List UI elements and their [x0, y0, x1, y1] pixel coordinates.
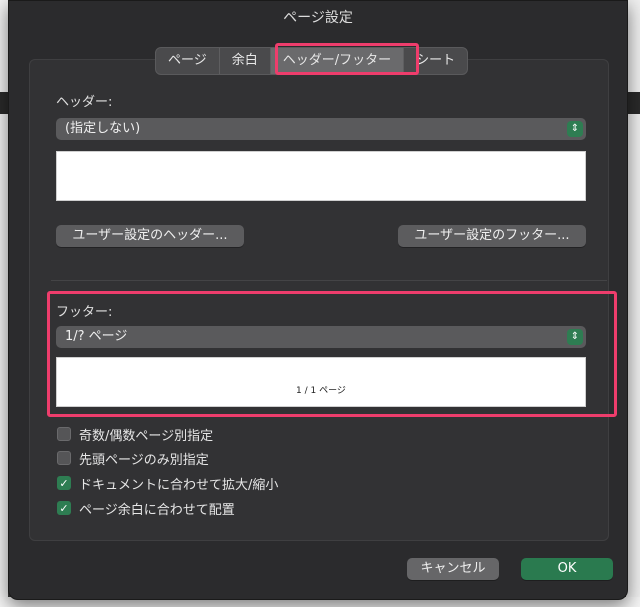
checkbox[interactable] [57, 451, 71, 465]
option-first-page[interactable]: 先頭ページのみ別指定 [57, 449, 209, 468]
dialog-title: ページ設定 [283, 10, 353, 26]
option-odd-even[interactable]: 奇数/偶数ページ別指定 [57, 425, 214, 444]
custom-footer-button[interactable]: ユーザー設定のフッター... [398, 225, 586, 247]
header-select[interactable]: (指定しない) ⇕ [56, 118, 586, 140]
option-label: ページ余白に合わせて配置 [79, 502, 235, 518]
section-divider [51, 280, 607, 281]
option-label: ドキュメントに合わせて拡大/縮小 [79, 477, 279, 493]
checkbox[interactable] [57, 427, 71, 441]
page-setup-dialog: ページ設定 ページ 余白 ヘッダー/フッター シート ヘッダー: (指定しない)… [8, 0, 628, 600]
tab-margins[interactable]: 余白 [220, 48, 271, 74]
header-preview [56, 151, 586, 201]
tab-page[interactable]: ページ [156, 48, 220, 74]
option-label: 奇数/偶数ページ別指定 [79, 428, 214, 444]
option-scale-with-document[interactable]: ✓ ドキュメントに合わせて拡大/縮小 [57, 474, 279, 493]
checkmark-icon[interactable]: ✓ [57, 476, 71, 490]
tab-highlight-annotation [275, 43, 419, 75]
background-app-left [0, 0, 8, 607]
custom-header-button[interactable]: ユーザー設定のヘッダー... [56, 225, 244, 247]
footer-highlight-annotation [47, 291, 617, 417]
option-label: 先頭ページのみ別指定 [79, 452, 209, 468]
header-select-value: (指定しない) [65, 121, 141, 136]
background-toolbar-strip [0, 92, 8, 114]
background-app-right [626, 0, 640, 607]
up-down-chevron-icon: ⇕ [567, 121, 583, 137]
option-align-with-margins[interactable]: ✓ ページ余白に合わせて配置 [57, 499, 235, 518]
checkmark-icon[interactable]: ✓ [57, 501, 71, 515]
cancel-button[interactable]: キャンセル [407, 558, 499, 580]
ok-button[interactable]: OK [521, 558, 613, 580]
background-toolbar-strip [626, 92, 640, 114]
header-label: ヘッダー: [56, 95, 113, 110]
